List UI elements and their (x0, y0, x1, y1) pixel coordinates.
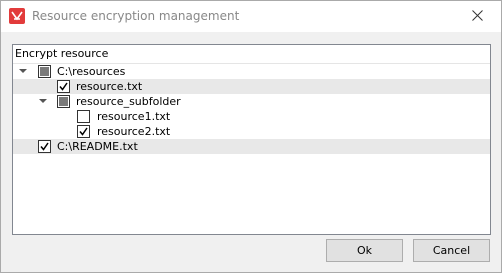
window-title: Resource encryption management (32, 9, 240, 23)
partial-checkbox[interactable] (57, 95, 70, 108)
tree-item-label: C:\resources (57, 65, 126, 78)
checkmark-icon (40, 142, 49, 151)
tree-item-label: resource1.txt (97, 110, 171, 123)
unchecked-checkbox[interactable] (77, 110, 90, 123)
close-icon (472, 10, 483, 21)
tree-item-resources-folder[interactable]: C:\resources (13, 64, 490, 79)
tree-item-label: resource2.txt (97, 125, 171, 138)
tree-item-resource2-txt[interactable]: resource2.txt (13, 124, 490, 139)
tree-item-resource1-txt[interactable]: resource1.txt (13, 109, 490, 124)
expand-arrow-icon[interactable] (39, 99, 47, 103)
tree-item-resource-txt[interactable]: resource.txt (13, 79, 490, 94)
tree-item-readme-txt[interactable]: C:\README.txt (13, 139, 490, 154)
title-bar: Resource encryption management (1, 1, 501, 32)
checked-checkbox[interactable] (57, 80, 70, 93)
column-header-label: Encrypt resource (15, 47, 109, 60)
tree-column-header[interactable]: Encrypt resource (13, 45, 490, 64)
checked-checkbox[interactable] (38, 140, 51, 153)
tree-item-resource-subfolder[interactable]: resource_subfolder (13, 94, 490, 109)
tree-item-label: resource.txt (76, 80, 143, 93)
resource-tree[interactable]: Encrypt resource C:\resources resource.t… (12, 44, 491, 235)
close-button[interactable] (455, 1, 501, 32)
dialog-window: Resource encryption management Encrypt r… (0, 0, 502, 273)
partial-checkbox[interactable] (38, 65, 51, 78)
ok-button[interactable]: Ok (326, 239, 403, 262)
cancel-button[interactable]: Cancel (413, 239, 490, 262)
app-logo-icon (9, 8, 25, 24)
checkmark-icon (79, 127, 88, 136)
expand-arrow-icon[interactable] (19, 69, 27, 73)
checkmark-icon (59, 82, 68, 91)
tree-item-label: C:\README.txt (57, 140, 138, 153)
tree-item-label: resource_subfolder (76, 95, 181, 108)
checked-checkbox[interactable] (77, 125, 90, 138)
